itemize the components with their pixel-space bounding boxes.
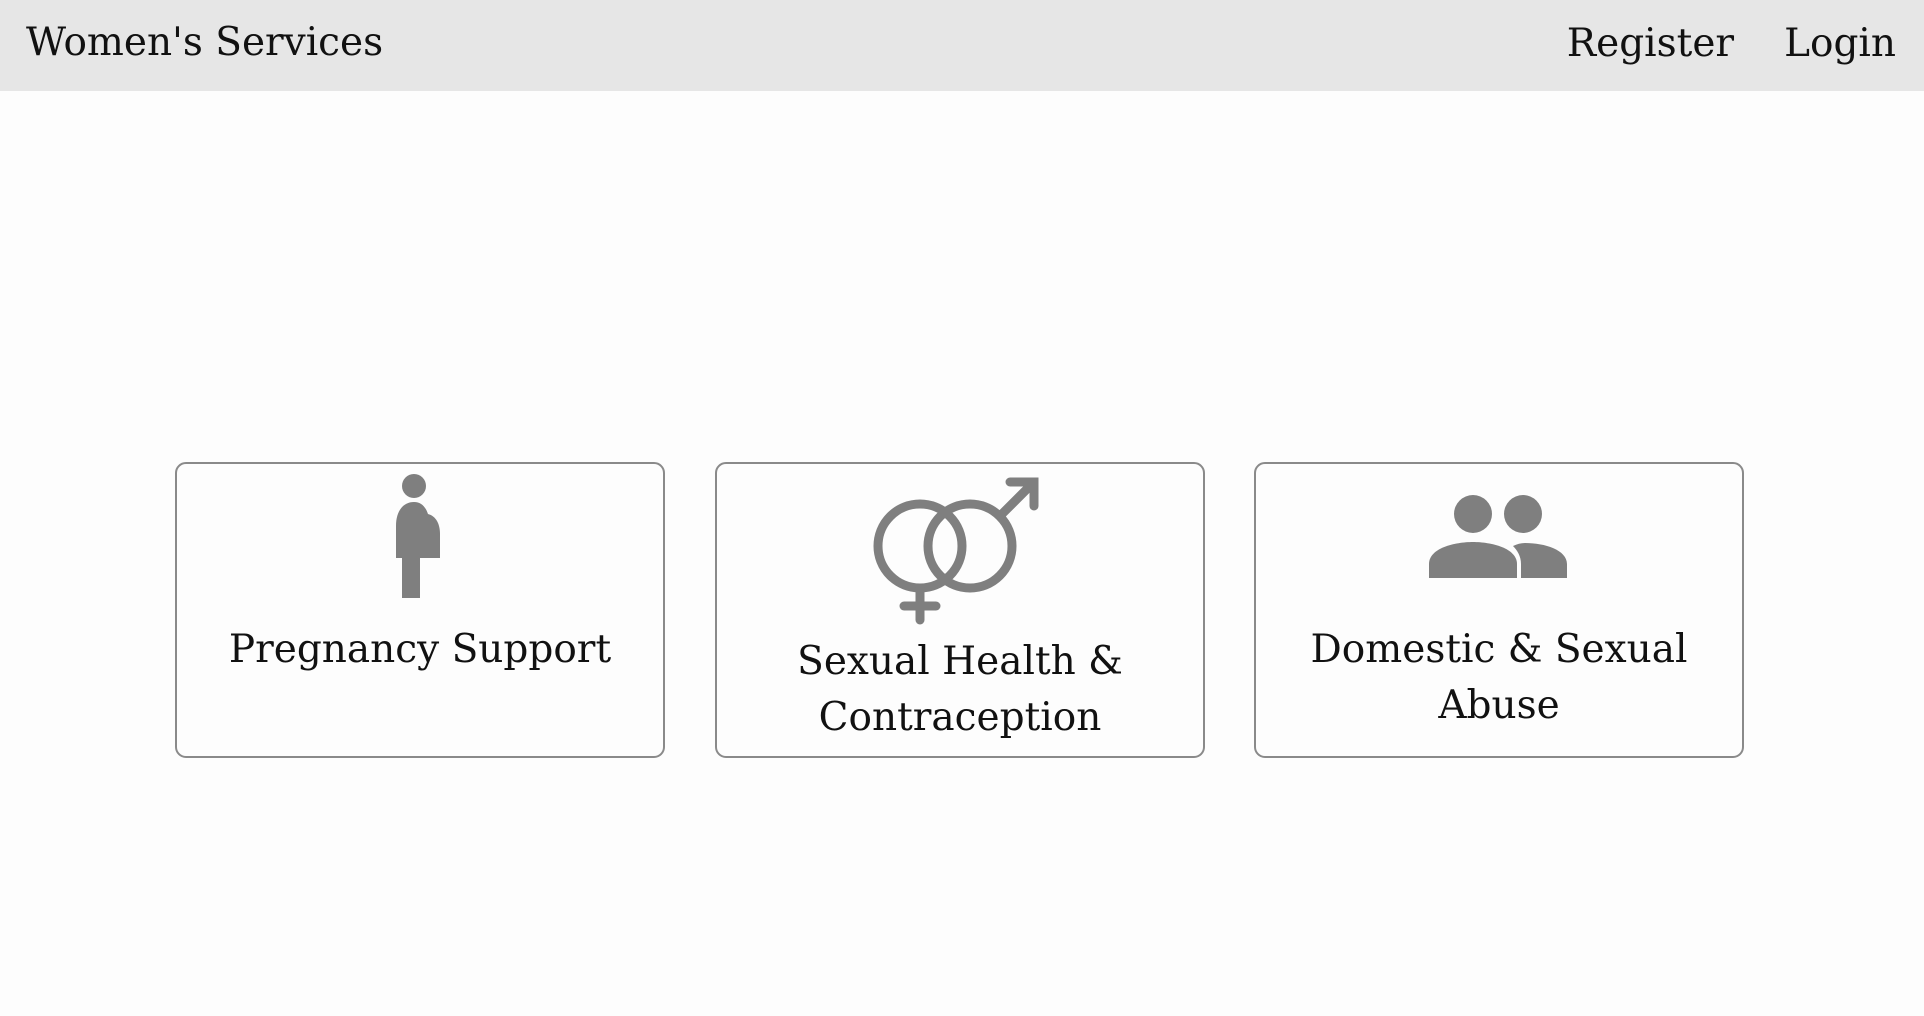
pregnancy-support-card[interactable]: Pregnancy Support <box>175 462 665 758</box>
sexual-health-card[interactable]: Sexual Health & Contraception <box>715 462 1205 758</box>
gender-symbols-icon <box>717 476 1203 626</box>
domestic-abuse-card[interactable]: Domestic & Sexual Abuse <box>1254 462 1744 758</box>
people-icon <box>1256 492 1742 582</box>
service-cards: Pregnancy Support Sexual Health & Contra… <box>0 0 1924 1016</box>
card-label: Domestic & Sexual Abuse <box>1310 627 1688 728</box>
card-label: Sexual Health & Contraception <box>797 639 1123 740</box>
card-label: Pregnancy Support <box>228 627 612 672</box>
pregnant-woman-icon <box>177 474 663 604</box>
